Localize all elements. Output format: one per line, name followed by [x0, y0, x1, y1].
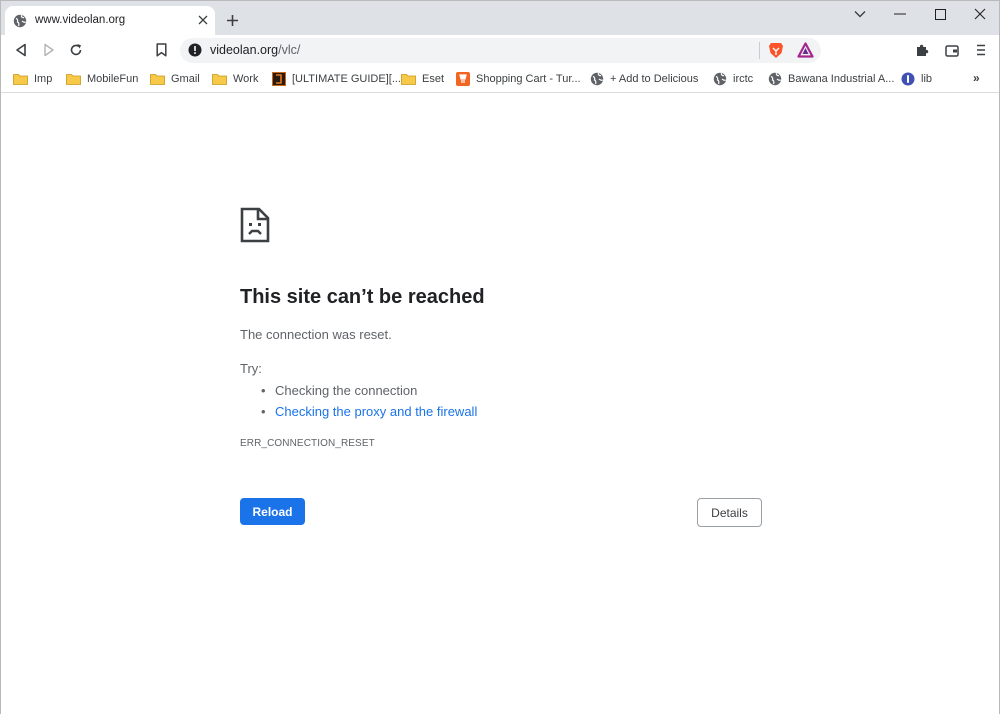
bookmark-label: Work [233, 73, 259, 85]
wallet-icon[interactable] [942, 40, 962, 60]
bookmark-label: Gmail [171, 73, 200, 85]
site-blue-icon [900, 72, 915, 87]
bookmark-label: Bawana Industrial A... [788, 73, 895, 85]
tab-close-icon[interactable] [195, 12, 211, 28]
minimize-icon[interactable] [887, 5, 913, 23]
bookmark-icon[interactable] [151, 40, 171, 60]
bookmark-label: + Add to Delicious [610, 73, 699, 85]
bookmark-label: [ULTIMATE GUIDE][... [292, 73, 401, 85]
globe-icon [767, 72, 782, 87]
tab-title: www.videolan.org [35, 14, 126, 26]
site-orange-icon [455, 72, 470, 87]
bookmark-item[interactable]: Bawana Industrial A... [767, 70, 894, 88]
bookmark-label: irctc [733, 73, 754, 85]
address-bar[interactable]: videolan.org/vlc/ [180, 38, 821, 63]
suggestion-check-connection: Checking the connection [259, 380, 477, 401]
folder-icon [212, 72, 227, 87]
extensions-icon[interactable] [912, 40, 932, 60]
suggestion-check-proxy-link[interactable]: Checking the proxy and the firewall [259, 401, 477, 422]
reload-button[interactable]: Reload [240, 498, 305, 525]
bookmark-item[interactable]: Eset [401, 70, 444, 88]
try-label: Try: [240, 361, 262, 376]
close-icon[interactable] [967, 5, 993, 23]
url-text[interactable]: videolan.org/vlc/ [210, 43, 300, 57]
bookmark-item[interactable]: Gmail [150, 70, 200, 88]
bookmark-item[interactable]: lib [900, 70, 932, 88]
new-tab-button[interactable] [223, 11, 241, 29]
bookmark-label: Eset [422, 73, 445, 85]
folder-icon [13, 72, 28, 87]
folder-icon [66, 72, 81, 87]
url-path: /vlc/ [278, 43, 301, 57]
site-icon [271, 72, 286, 87]
bookmarks-overflow-button[interactable]: » [973, 71, 980, 85]
globe-icon [13, 14, 27, 28]
bookmark-label: Shopping Cart - Tur... [476, 73, 581, 85]
error-page: This site can’t be reached The connectio… [1, 94, 999, 714]
sad-page-icon [240, 207, 270, 243]
bookmark-item[interactable]: MobileFun [66, 70, 138, 88]
url-host: videolan.org [210, 43, 279, 57]
bookmark-item[interactable]: irctc [712, 70, 753, 88]
folder-icon [401, 72, 416, 87]
back-icon[interactable] [11, 40, 31, 60]
bookmark-item[interactable]: Imp [13, 70, 52, 88]
error-headline: This site can’t be reached [240, 286, 485, 308]
brave-shield-icon[interactable] [768, 42, 784, 59]
bookmark-item[interactable]: + Add to Delicious [589, 70, 698, 88]
globe-icon [712, 72, 727, 87]
chevron-down-icon[interactable] [847, 5, 873, 23]
browser-window: www.videolan.org videolan.org/vlc/ Imp M… [0, 0, 1000, 714]
bookmarks-bar: Imp MobileFun Gmail Work [ULTIMATE GUIDE… [1, 65, 999, 93]
bookmark-item[interactable]: [ULTIMATE GUIDE][... [271, 70, 401, 88]
folder-icon [150, 72, 165, 87]
info-icon[interactable] [188, 43, 202, 57]
bookmark-label: MobileFun [87, 73, 139, 85]
error-code: ERR_CONNECTION_RESET [240, 438, 375, 449]
omnibox-divider [759, 42, 760, 59]
toolbar: videolan.org/vlc/ [1, 35, 999, 65]
reload-icon[interactable] [66, 40, 86, 60]
bookmark-item[interactable]: Shopping Cart - Tur... [455, 70, 581, 88]
brave-rewards-icon[interactable] [797, 42, 814, 58]
bookmark-label: Imp [34, 73, 53, 85]
suggestion-list: Checking the connection Checking the pro… [259, 380, 477, 422]
maximize-icon[interactable] [927, 5, 953, 23]
globe-icon [589, 72, 604, 87]
error-subtext: The connection was reset. [240, 327, 392, 342]
bookmark-label: lib [921, 73, 933, 85]
bookmark-item[interactable]: Work [212, 70, 258, 88]
menu-icon[interactable] [971, 40, 991, 60]
tab-videolan[interactable]: www.videolan.org [5, 6, 215, 35]
forward-icon[interactable] [39, 40, 59, 60]
details-button[interactable]: Details [697, 498, 762, 527]
tab-strip: www.videolan.org [1, 1, 999, 35]
